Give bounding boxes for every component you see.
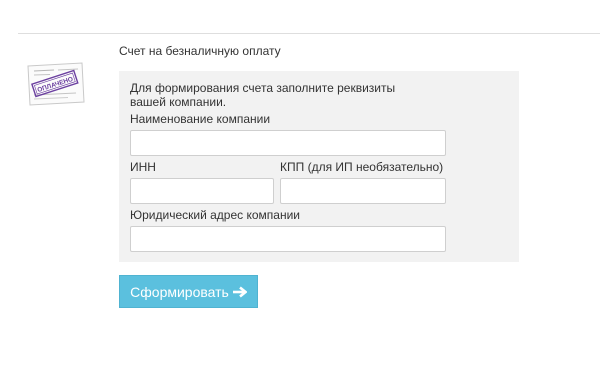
inn-input[interactable] — [130, 178, 274, 204]
kpp-label: КПП (для ИП необязательно) — [280, 160, 444, 174]
company-name-input[interactable] — [130, 130, 446, 156]
legal-address-label: Юридический адрес компании — [130, 208, 300, 222]
company-name-label: Наименование компании — [130, 112, 271, 126]
generate-invoice-button-label: Сформировать — [130, 283, 229, 300]
top-divider — [18, 33, 600, 34]
kpp-input[interactable] — [280, 178, 446, 204]
inn-label: ИНН — [130, 160, 156, 174]
section-title: Счет на безналичную оплату — [119, 44, 281, 58]
form-intro-text: Для формирования счета заполните реквизи… — [130, 81, 396, 109]
invoice-form-panel: Для формирования счета заполните реквизи… — [119, 71, 519, 262]
legal-address-input[interactable] — [130, 226, 446, 252]
paid-invoice-stamp-icon: ОПЛАЧЕНО — [24, 62, 86, 106]
generate-invoice-button[interactable]: Сформировать — [119, 275, 258, 308]
arrow-right-icon — [232, 285, 247, 298]
